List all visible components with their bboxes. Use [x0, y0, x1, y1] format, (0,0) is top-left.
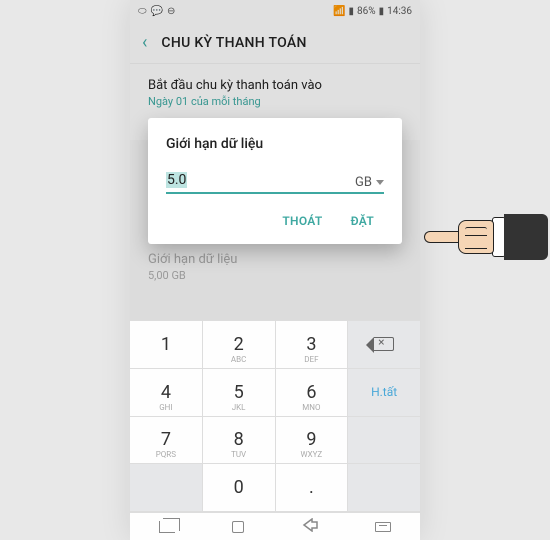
- data-limit-dialog: Giới hạn dữ liệu 5.0 GB THOÁT ĐẶT: [148, 118, 402, 244]
- key-0[interactable]: 0: [203, 464, 276, 512]
- key-6[interactable]: 6MNO: [276, 369, 349, 417]
- key-empty: [348, 417, 420, 465]
- confirm-button[interactable]: ĐẶT: [341, 206, 384, 236]
- numeric-keypad: 1 2ABC 3DEF 4GHI 5JKL 6MNO H.tất 7PQRS 8…: [130, 320, 420, 512]
- key-dot[interactable]: .: [276, 464, 349, 512]
- key-7[interactable]: 7PQRS: [130, 417, 203, 465]
- navigation-bar: [130, 512, 420, 540]
- setting-title: Giới hạn dữ liệu: [148, 252, 402, 267]
- chevron-down-icon: [376, 180, 384, 185]
- phone-screen: ⬭ 💬 ⊖ 📶 ▮ 86% ▮ 14:36 ‹ CHU KỲ THANH TOÁ…: [130, 0, 420, 540]
- key-backspace[interactable]: [348, 321, 420, 369]
- key-1[interactable]: 1: [130, 321, 203, 369]
- backspace-icon: [374, 337, 394, 351]
- unit-label: GB: [355, 175, 372, 190]
- tutorial-hand-icon: [424, 214, 548, 260]
- setting-data-limit: Giới hạn dữ liệu 5,00 GB: [148, 252, 402, 282]
- nav-home[interactable]: [232, 521, 244, 533]
- key-empty: [130, 464, 203, 512]
- key-2[interactable]: 2ABC: [203, 321, 276, 369]
- setting-subtitle: 5,00 GB: [148, 269, 402, 282]
- key-3[interactable]: 3DEF: [276, 321, 349, 369]
- key-8[interactable]: 8TUV: [203, 417, 276, 465]
- cancel-button[interactable]: THOÁT: [272, 206, 332, 236]
- nav-back[interactable]: [302, 517, 318, 536]
- nav-keyboard-hide[interactable]: [375, 522, 391, 532]
- dialog-title: Giới hạn dữ liệu: [166, 136, 384, 152]
- key-done[interactable]: H.tất: [348, 369, 420, 417]
- unit-dropdown[interactable]: GB: [355, 175, 384, 190]
- limit-input[interactable]: 5.0: [166, 170, 345, 190]
- key-5[interactable]: 5JKL: [203, 369, 276, 417]
- key-4[interactable]: 4GHI: [130, 369, 203, 417]
- key-9[interactable]: 9WXYZ: [276, 417, 349, 465]
- nav-recents[interactable]: [159, 521, 175, 533]
- key-empty: [348, 464, 420, 512]
